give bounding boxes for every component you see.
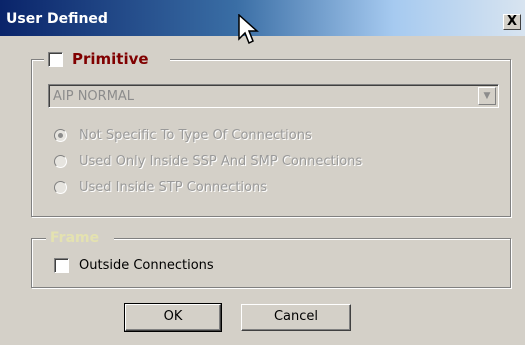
radio-selected-dot bbox=[58, 133, 63, 138]
primitive-legend: Primitive bbox=[44, 49, 170, 71]
primitive-type-select[interactable]: AIP NORMAL ▼ bbox=[48, 84, 499, 108]
radio-label: Used Only Inside SSP And SMP Connections bbox=[79, 154, 363, 169]
frame-legend: Frame bbox=[46, 229, 114, 249]
dropdown-arrow-icon[interactable]: ▼ bbox=[478, 87, 496, 105]
outside-connections-label[interactable]: Outside Connections bbox=[79, 258, 214, 273]
close-icon: X bbox=[506, 14, 518, 29]
cancel-button[interactable]: Cancel bbox=[241, 304, 351, 331]
radio-label: Used Inside STP Connections bbox=[79, 180, 268, 195]
primitive-label: Primitive bbox=[72, 50, 149, 68]
title-bar[interactable]: User Defined X bbox=[0, 0, 525, 36]
radio-button[interactable] bbox=[54, 155, 67, 168]
frame-label: Frame bbox=[50, 230, 100, 246]
mouse-pointer-icon bbox=[238, 14, 259, 45]
radio-button[interactable] bbox=[54, 129, 67, 142]
close-button[interactable]: X bbox=[503, 14, 521, 30]
primitive-type-value: AIP NORMAL bbox=[53, 89, 135, 104]
primitive-checkbox[interactable] bbox=[48, 52, 63, 67]
radio-label: Not Specific To Type Of Connections bbox=[79, 128, 312, 143]
user-defined-dialog: User Defined X Primitive AIP NORMAL ▼ No… bbox=[0, 0, 525, 345]
radio-button[interactable] bbox=[54, 181, 67, 194]
window-title: User Defined bbox=[6, 11, 108, 27]
outside-connections-checkbox[interactable] bbox=[54, 258, 69, 273]
ok-button[interactable]: OK bbox=[124, 303, 222, 332]
